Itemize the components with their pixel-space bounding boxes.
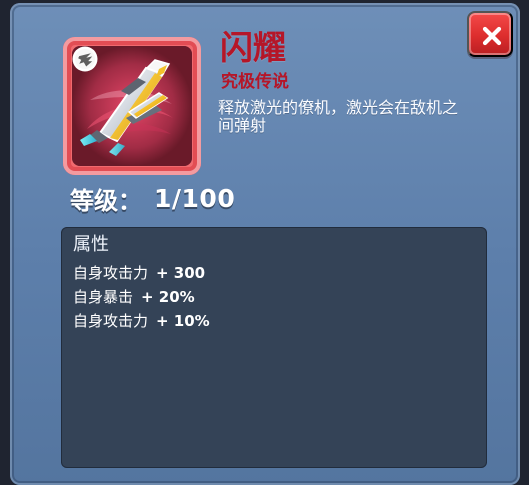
level-label: 等级： [70,186,142,215]
item-description: 释放激光的僚机，激光会在敌机之间弹射 [218,98,459,135]
wing-badge-icon [72,46,98,72]
close-button[interactable] [467,11,513,57]
attribute-value: + 300 [156,264,206,282]
item-rarity: 究极传说 [221,72,289,92]
attribute-row: 自身攻击力 + 10% [73,312,210,330]
attribute-row: 自身攻击力 + 300 [73,264,210,282]
item-detail-panel: 闪耀 究极传说 释放激光的僚机，激光会在敌机之间弹射 等级： 1/100 属性 … [10,3,520,485]
game-screen: 闪耀 究极传说 释放激光的僚机，激光会在敌机之间弹射 等级： 1/100 属性 … [0,0,529,485]
attribute-row: 自身暴击 + 20% [73,288,210,306]
close-icon [482,26,502,46]
item-title: 闪耀 [220,28,286,67]
attribute-value: + 10% [156,312,210,330]
level-value: 1/100 [154,183,236,213]
level-display: 等级： 1/100 [70,180,235,216]
attribute-name: 自身暴击 [73,288,134,306]
attribute-value: + 20% [141,288,195,306]
attributes-box: 属性 自身攻击力 + 300 自身暴击 + 20% 自身攻击力 + 10% [61,227,487,468]
attributes-list: 自身攻击力 + 300 自身暴击 + 20% 自身攻击力 + 10% [73,264,210,330]
attributes-title: 属性 [73,234,109,255]
item-icon-frame [63,37,201,175]
attribute-name: 自身攻击力 [73,264,149,282]
attribute-name: 自身攻击力 [73,312,149,330]
